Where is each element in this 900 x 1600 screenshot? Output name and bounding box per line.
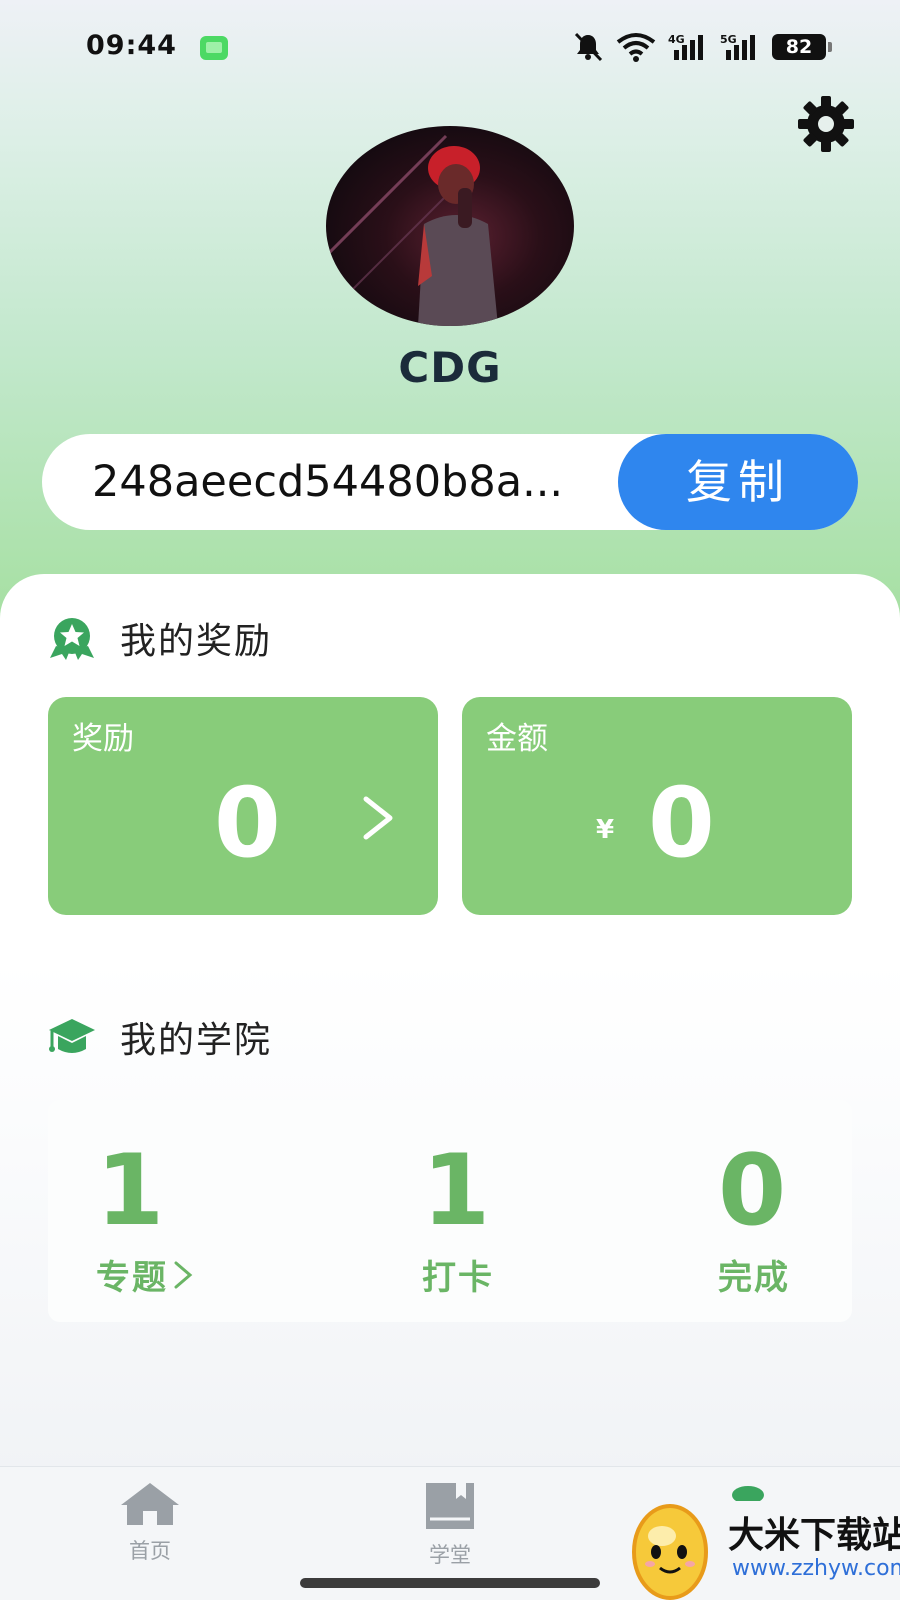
battery-indicator: 82 bbox=[772, 34, 832, 60]
network-label-5g: 5G bbox=[720, 33, 737, 46]
watermark-title: 大米下载站 bbox=[728, 1515, 900, 1556]
reward-label: 奖励 bbox=[72, 721, 134, 757]
amount-value: 0 bbox=[648, 767, 715, 879]
rewards-section-title: 我的奖励 bbox=[120, 621, 273, 662]
home-indicator bbox=[300, 1578, 600, 1588]
reward-card[interactable]: 奖励 0 bbox=[48, 697, 438, 915]
watermark: 大米下载站 www.zzhyw.com bbox=[628, 1496, 900, 1600]
academy-section-title: 我的学院 bbox=[120, 1020, 273, 1061]
nav-label-home: 首页 bbox=[129, 1539, 171, 1563]
chevron-right-icon bbox=[363, 796, 393, 840]
stat-topics-label: 专题 bbox=[96, 1258, 168, 1298]
currency-symbol: ¥ bbox=[596, 815, 615, 845]
status-icons: 4G 5G 82 bbox=[572, 30, 832, 64]
stat-completed-label: 完成 bbox=[718, 1258, 790, 1298]
chevron-right-icon bbox=[174, 1261, 193, 1288]
home-icon bbox=[121, 1483, 179, 1525]
avatar[interactable] bbox=[326, 126, 574, 326]
stat-checkin: 1 打卡 bbox=[422, 1142, 494, 1299]
nav-item-home[interactable]: 首页 bbox=[90, 1481, 210, 1565]
stat-checkin-value: 1 bbox=[422, 1134, 491, 1248]
message-notification-icon bbox=[200, 36, 228, 60]
status-time: 09:44 bbox=[86, 30, 177, 61]
rewards-section-header: 我的奖励 bbox=[48, 612, 272, 664]
amount-card[interactable]: 金额 ¥ 0 bbox=[462, 697, 852, 915]
username: CDG bbox=[398, 343, 502, 392]
nav-label-school: 学堂 bbox=[429, 1543, 471, 1567]
stat-completed: 0 完成 bbox=[718, 1142, 790, 1299]
copy-button[interactable]: 复制 bbox=[618, 434, 858, 530]
stat-checkin-label: 打卡 bbox=[422, 1258, 494, 1298]
watermark-logo bbox=[632, 1504, 708, 1600]
network-label-4g: 4G bbox=[668, 33, 685, 46]
graduation-cap-icon bbox=[49, 1019, 95, 1053]
stat-completed-value: 0 bbox=[718, 1134, 787, 1248]
stat-topics[interactable]: 1 专题 bbox=[96, 1142, 194, 1299]
user-id-bar: 248aeecd54480b8a... 复制 bbox=[42, 434, 858, 530]
signal-4g-icon: 4G bbox=[668, 33, 703, 60]
watermark-url: www.zzhyw.com bbox=[732, 1556, 900, 1581]
wifi-icon bbox=[616, 33, 656, 62]
reward-value: 0 bbox=[214, 767, 281, 879]
academy-section-header: 我的学院 bbox=[48, 1011, 272, 1063]
nav-item-school[interactable]: 学堂 bbox=[390, 1481, 510, 1569]
signal-5g-icon: 5G bbox=[720, 33, 755, 60]
gear-icon[interactable] bbox=[796, 94, 856, 154]
mute-bell-icon bbox=[574, 32, 603, 62]
user-id-text: 248aeecd54480b8a... bbox=[92, 457, 564, 507]
stat-topics-value: 1 bbox=[96, 1134, 165, 1248]
book-icon bbox=[426, 1483, 474, 1529]
status-bar: 09:44 4G 5G 82 bbox=[0, 0, 900, 96]
award-badge-icon bbox=[50, 618, 94, 660]
amount-label: 金额 bbox=[486, 721, 548, 757]
avatar-photo bbox=[326, 134, 498, 326]
